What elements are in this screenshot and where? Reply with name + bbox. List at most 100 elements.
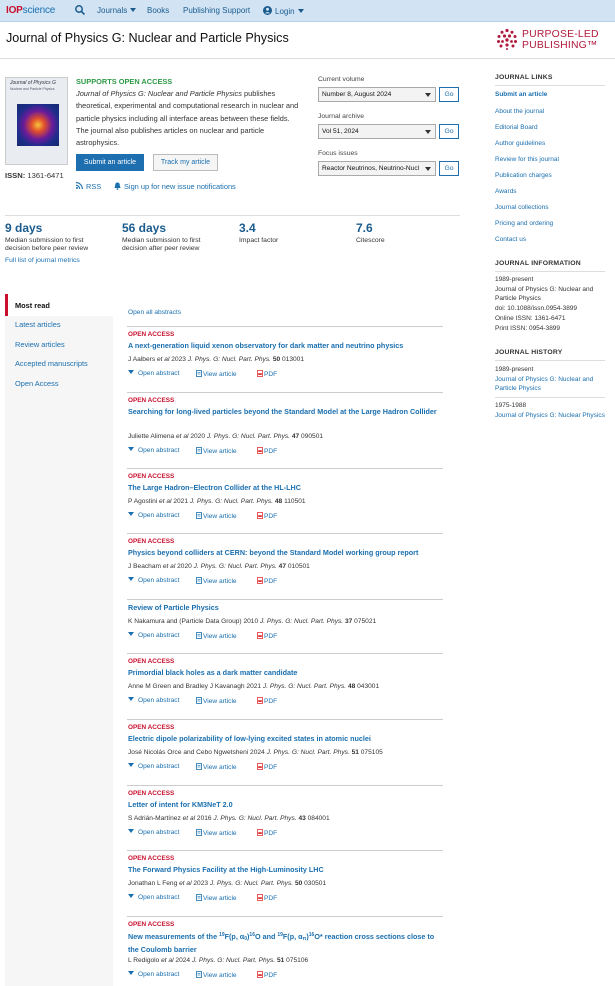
focus-issues-select[interactable]: Reactor Neutrinos, Neutrino-Nucl <box>318 161 436 176</box>
sidebar-link-awards[interactable]: Awards <box>495 188 517 195</box>
pdf-link[interactable]: PDF <box>257 632 277 640</box>
article-number: 075021 <box>352 618 377 625</box>
rss-link[interactable]: RSS <box>75 182 101 191</box>
issn-label: ISSN: <box>5 171 26 180</box>
view-article-link[interactable]: View article <box>196 971 237 979</box>
sidebar-link-contact[interactable]: Contact us <box>495 236 526 243</box>
view-article-link[interactable]: View article <box>196 697 237 705</box>
open-abstract-link[interactable]: Open abstract <box>128 894 179 901</box>
open-abstract-link[interactable]: Open abstract <box>128 447 179 454</box>
article-authors: P Agostini <box>128 498 160 505</box>
current-volume-go-button[interactable]: Go <box>439 87 459 102</box>
article-title[interactable]: Letter of intent for KM3NeT 2.0 <box>128 800 438 810</box>
purpose-led-publishing-logo[interactable]: PURPOSE-LED PUBLISHING™ <box>496 28 606 52</box>
iopscience-logo[interactable]: IOPscience <box>6 5 55 16</box>
article-number: 090501 <box>299 433 324 440</box>
history-link-2[interactable]: Journal of Physics G: Nuclear Physics <box>495 411 605 420</box>
history-link-1[interactable]: Journal of Physics G: Nuclear and Partic… <box>495 375 605 393</box>
sidebar-link-review[interactable]: Review for this journal <box>495 156 559 163</box>
tab-review-articles[interactable]: Review articles <box>15 340 65 349</box>
nav-books[interactable]: Books <box>147 6 169 15</box>
view-article-label: View article <box>203 448 237 455</box>
article-etal: et al <box>162 563 176 570</box>
view-article-link[interactable]: View article <box>196 632 237 640</box>
nav-login[interactable]: Login <box>263 6 304 16</box>
tab-accepted-manuscripts[interactable]: Accepted manuscripts <box>15 359 88 368</box>
tab-latest-articles[interactable]: Latest articles <box>15 320 61 329</box>
pdf-link[interactable]: PDF <box>257 370 277 378</box>
tab-most-read[interactable]: Most read <box>15 301 50 310</box>
title-part: O and <box>254 932 278 941</box>
pdf-link[interactable]: PDF <box>257 763 277 771</box>
view-article-link[interactable]: View article <box>196 829 237 837</box>
view-article-link[interactable]: View article <box>196 512 237 520</box>
current-volume-select[interactable]: Number 8, August 2024 <box>318 87 436 102</box>
article-title[interactable]: Primordial black holes as a dark matter … <box>128 668 438 678</box>
submit-article-button[interactable]: Submit an article <box>76 154 144 171</box>
open-abstract-label: Open abstract <box>138 632 180 639</box>
pdf-link[interactable]: PDF <box>257 894 277 902</box>
article-year: 2024 <box>173 957 192 964</box>
full-metrics-link[interactable]: Full list of journal metrics <box>5 257 80 264</box>
article-title[interactable]: Review of Particle Physics <box>128 603 438 613</box>
article-title[interactable]: Electric dipole polarizability of low-ly… <box>128 734 438 744</box>
nav-journals[interactable]: Journals <box>97 6 137 15</box>
focus-issues-go-button[interactable]: Go <box>439 161 459 176</box>
article-etal: et al <box>179 880 192 887</box>
document-icon <box>196 447 202 454</box>
tab-open-access[interactable]: Open Access <box>15 379 59 388</box>
search-icon[interactable] <box>74 4 86 16</box>
pdf-link[interactable]: PDF <box>257 697 277 705</box>
pdf-link[interactable]: PDF <box>257 829 277 837</box>
view-article-link[interactable]: View article <box>196 763 237 771</box>
article-item: OPEN ACCESS The Forward Physics Facility … <box>127 850 443 905</box>
sidebar-link-collections[interactable]: Journal collections <box>495 204 548 211</box>
pdf-label: PDF <box>264 578 278 585</box>
view-article-label: View article <box>203 633 237 640</box>
article-item: OPEN ACCESS The Large Hadron–Electron Col… <box>127 468 443 523</box>
sidebar-link-submit-article[interactable]: Submit an article <box>495 91 547 98</box>
article-title[interactable]: Searching for long-lived particles beyon… <box>128 407 438 417</box>
pdf-link[interactable]: PDF <box>257 971 277 979</box>
view-article-link[interactable]: View article <box>196 577 237 585</box>
article-title[interactable]: A next-generation liquid xenon observato… <box>128 341 438 351</box>
sidebar-link-about[interactable]: About the journal <box>495 108 544 115</box>
pdf-link[interactable]: PDF <box>257 447 277 455</box>
open-abstract-link[interactable]: Open abstract <box>128 577 179 584</box>
user-icon <box>263 6 272 15</box>
article-title[interactable]: The Forward Physics Facility at the High… <box>128 865 438 875</box>
chevron-down-icon <box>128 697 134 701</box>
open-abstract-link[interactable]: Open abstract <box>128 971 179 978</box>
journal-archive-select[interactable]: Vol 51, 2024 <box>318 124 436 139</box>
journal-cover-image[interactable]: Journal of Physics G Nuclear and Particl… <box>5 77 68 165</box>
article-title[interactable]: Physics beyond colliders at CERN: beyond… <box>128 548 438 558</box>
pdf-label: PDF <box>264 448 278 455</box>
nav-journals-label: Journals <box>97 6 128 15</box>
sidebar-link-editorial-board[interactable]: Editorial Board <box>495 124 538 131</box>
view-article-link[interactable]: View article <box>196 447 237 455</box>
journal-archive-go-button[interactable]: Go <box>439 124 459 139</box>
open-abstract-link[interactable]: Open abstract <box>128 512 179 519</box>
track-article-button[interactable]: Track my article <box>153 154 218 171</box>
open-abstract-link[interactable]: Open abstract <box>128 632 179 639</box>
sidebar-link-publication-charges[interactable]: Publication charges <box>495 172 552 179</box>
view-article-link[interactable]: View article <box>196 370 237 378</box>
view-article-link[interactable]: View article <box>196 894 237 902</box>
open-all-abstracts-link[interactable]: Open all abstracts <box>128 309 181 316</box>
open-abstract-link[interactable]: Open abstract <box>128 370 179 377</box>
nav-publishing-support[interactable]: Publishing Support <box>183 6 250 15</box>
open-abstract-label: Open abstract <box>138 447 180 454</box>
article-actions: Open abstract View article PDF <box>128 763 277 771</box>
pdf-link[interactable]: PDF <box>257 512 277 520</box>
open-abstract-link[interactable]: Open abstract <box>128 763 179 770</box>
article-title[interactable]: New measurements of the 19F(p, α0)16O an… <box>128 931 438 955</box>
article-title[interactable]: The Large Hadron–Electron Collider at th… <box>128 483 438 493</box>
article-year: 2021 <box>171 498 190 505</box>
article-number: 075105 <box>358 749 383 756</box>
sidebar-link-author-guidelines[interactable]: Author guidelines <box>495 140 545 147</box>
issue-notification-signup-link[interactable]: Sign up for new issue notifications <box>114 182 236 191</box>
pdf-link[interactable]: PDF <box>257 577 277 585</box>
open-abstract-link[interactable]: Open abstract <box>128 829 179 836</box>
open-abstract-link[interactable]: Open abstract <box>128 697 179 704</box>
sidebar-link-pricing[interactable]: Pricing and ordering <box>495 220 553 227</box>
